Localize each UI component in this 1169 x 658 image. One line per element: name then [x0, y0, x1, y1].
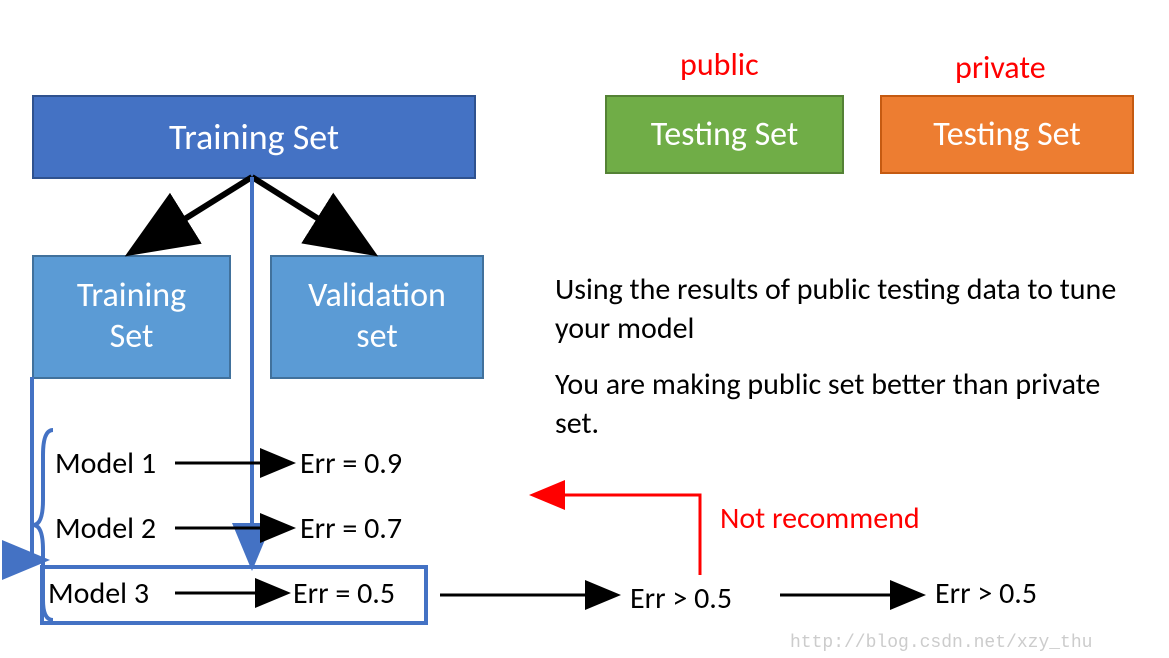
err5-label: Err > 0.5	[935, 575, 1037, 612]
watermark: http://blog.csdn.net/xzy_thu	[790, 633, 1092, 653]
not-recommend-label: Not recommend	[720, 500, 920, 537]
training-set-small: Training Set	[32, 255, 231, 379]
desc1: Using the results of public testing data…	[555, 270, 1135, 348]
model2-label: Model 2	[55, 510, 156, 547]
red-arrow-not-recommend	[535, 495, 700, 575]
arrow-training-to-training-small	[135, 177, 252, 250]
training-set-small-label: Training Set	[77, 276, 186, 358]
model3-highlight	[40, 565, 428, 625]
training-set-big-label: Training Set	[169, 115, 339, 159]
private-label: private	[955, 48, 1046, 87]
desc2: You are making public set better than pr…	[555, 365, 1135, 443]
arrow-training-to-validation	[252, 177, 368, 250]
training-set-big: Training Set	[32, 95, 476, 179]
testing-set-public: Testing Set	[605, 95, 844, 174]
model1-label: Model 1	[55, 445, 156, 482]
err4-label: Err > 0.5	[630, 580, 732, 617]
validation-set-label: Validation set	[308, 276, 446, 358]
err2-label: Err = 0.7	[300, 510, 402, 547]
testing-set-public-label: Testing Set	[651, 114, 799, 155]
testing-set-private: Testing Set	[880, 95, 1134, 174]
public-label: public	[680, 45, 759, 84]
err1-label: Err = 0.9	[300, 445, 402, 482]
testing-set-private-label: Testing Set	[933, 114, 1081, 155]
validation-set: Validation set	[270, 255, 484, 379]
